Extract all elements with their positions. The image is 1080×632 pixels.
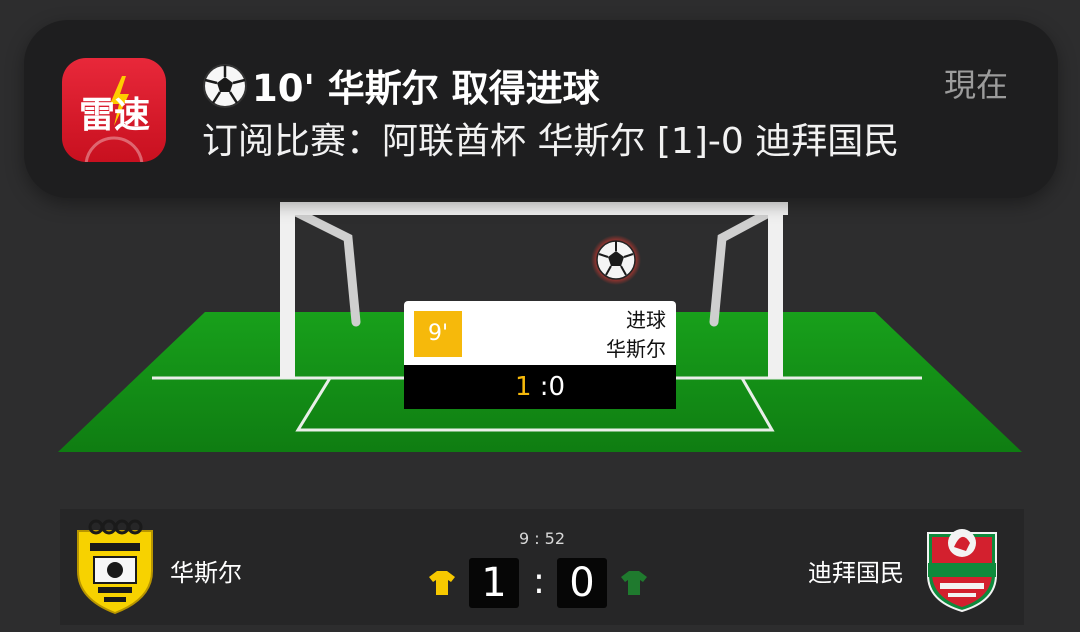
- event-score-away: 0: [548, 372, 566, 402]
- event-team-label: 华斯尔: [606, 337, 666, 361]
- notification-title: 10' 华斯尔 取得进球: [202, 58, 600, 112]
- notification-time: 現在: [943, 66, 1008, 104]
- home-team-name: 华斯尔: [170, 559, 242, 587]
- event-score: 1 :0: [404, 365, 676, 409]
- home-score: 1: [469, 558, 519, 608]
- app-ball-watermark-icon: [84, 136, 144, 162]
- soccer-ball-icon: [203, 64, 247, 108]
- app-icon-leisu: 雷速: [62, 58, 166, 162]
- notification-title-text: 10' 华斯尔 取得进球: [252, 67, 600, 110]
- score-separator: :: [532, 561, 546, 602]
- event-score-separator: :: [531, 372, 549, 402]
- push-notification[interactable]: 雷速 10' 华斯尔 取得进球 订阅比赛：阿联酋杯 华斯尔 [1]-0 迪拜国民…: [24, 20, 1058, 198]
- soccer-ball-icon: [591, 235, 641, 285]
- home-team-crest-icon: [77, 519, 153, 615]
- match-clock: 9 : 52: [518, 529, 566, 548]
- app-logo-text: 雷速: [78, 95, 150, 136]
- notification-body: 订阅比赛：阿联酋杯 华斯尔 [1]-0 迪拜国民: [202, 121, 900, 162]
- match-score-bar[interactable]: 华斯尔 9 : 52 1 : 0 迪拜国民: [60, 509, 1024, 625]
- away-team-name: 迪拜国民: [808, 559, 904, 587]
- away-score: 0: [557, 558, 607, 608]
- event-minute-badge: 9': [414, 311, 462, 357]
- away-shirt-icon: [621, 571, 647, 595]
- away-team-crest-icon: [927, 529, 997, 613]
- event-score-home: 1: [514, 372, 532, 402]
- event-type-label: 进球: [626, 308, 666, 332]
- home-shirt-icon: [429, 571, 455, 595]
- goal-event-card: 9' 进球 华斯尔: [404, 301, 676, 365]
